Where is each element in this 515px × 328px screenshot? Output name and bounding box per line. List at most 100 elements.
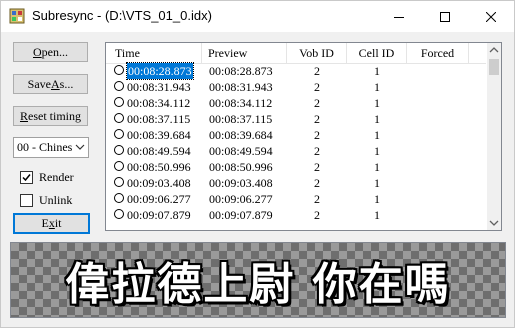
cell-vob-id: 2 xyxy=(314,192,320,206)
reset-timing-label-post: eset timing xyxy=(28,108,81,123)
unlink-label: Unlink xyxy=(39,192,73,207)
table-row[interactable]: 00:08:28.873 00:08:28.873 2 1 xyxy=(106,62,486,80)
unlink-checkbox-box[interactable] xyxy=(20,193,33,207)
save-as-label-pre: Save xyxy=(27,76,51,91)
cell-vob-id: 2 xyxy=(314,112,320,126)
cell-forced xyxy=(407,79,469,95)
reset-timing-label-accel: R xyxy=(19,108,28,123)
cell-cell-id: 1 xyxy=(374,80,380,94)
row-radio-icon[interactable] xyxy=(114,177,124,187)
maximize-button[interactable] xyxy=(422,1,468,32)
cell-vob-id: 2 xyxy=(314,144,320,158)
cell-forced xyxy=(407,159,469,175)
cell-preview: 00:08:34.112 xyxy=(209,96,273,110)
row-radio-icon[interactable] xyxy=(114,65,124,75)
vertical-scrollbar[interactable] xyxy=(487,43,501,230)
cell-time: 00:08:50.996 xyxy=(127,160,191,174)
cell-time: 00:08:28.873 xyxy=(126,62,194,80)
cell-cell-id: 1 xyxy=(374,160,380,174)
cell-time: 00:08:49.594 xyxy=(127,144,191,158)
cell-preview: 00:08:49.594 xyxy=(209,144,273,158)
subtitle-preview: 偉拉德上尉 你在嗎 xyxy=(10,242,506,318)
cell-vob-id: 2 xyxy=(314,80,320,94)
row-radio-icon[interactable] xyxy=(114,81,124,91)
row-radio-icon[interactable] xyxy=(114,129,124,139)
language-select[interactable]: 00 - Chines xyxy=(13,137,89,158)
table-row[interactable]: 00:09:03.408 00:09:03.408 2 1 xyxy=(106,175,486,191)
minimize-button[interactable] xyxy=(376,1,422,32)
column-header-preview[interactable]: Preview xyxy=(202,43,287,63)
cell-time: 00:08:34.112 xyxy=(127,96,191,110)
column-header-time[interactable]: Time xyxy=(106,43,202,63)
row-radio-icon[interactable] xyxy=(114,145,124,155)
cell-cell-id: 1 xyxy=(374,192,380,206)
save-as-label-post: s... xyxy=(59,76,74,91)
close-icon xyxy=(486,11,496,22)
cell-preview: 00:08:50.996 xyxy=(209,160,273,174)
list-header: Time Preview Vob ID Cell ID Forced xyxy=(106,43,486,64)
table-row[interactable]: 00:08:49.594 00:08:49.594 2 1 xyxy=(106,143,486,159)
open-button[interactable]: Open... xyxy=(13,42,88,62)
cell-preview: 00:09:07.879 xyxy=(209,208,273,222)
cell-forced xyxy=(407,127,469,143)
exit-label-post: it xyxy=(54,216,62,230)
column-header-vob-id[interactable]: Vob ID xyxy=(287,43,347,63)
row-radio-icon[interactable] xyxy=(114,161,124,171)
reset-timing-button[interactable]: Reset timing xyxy=(13,106,88,126)
table-row[interactable]: 00:09:07.879 00:09:07.879 2 1 xyxy=(106,207,486,223)
cell-time: 00:08:31.943 xyxy=(127,80,191,94)
cell-forced xyxy=(407,175,469,191)
client-area: Open... Save As... Reset timing 00 - Chi… xyxy=(1,32,514,327)
render-label: Render xyxy=(39,169,74,184)
cell-vob-id: 2 xyxy=(314,64,320,78)
table-row[interactable]: 00:08:50.996 00:08:50.996 2 1 xyxy=(106,159,486,175)
render-checkbox[interactable]: Render xyxy=(20,169,100,185)
cell-vob-id: 2 xyxy=(314,176,320,190)
column-header-forced[interactable]: Forced xyxy=(407,43,469,63)
subresync-window: Subresync - (D:\VTS_01_0.idx) Open... Sa… xyxy=(0,0,515,328)
cell-preview: 00:09:03.408 xyxy=(209,176,273,190)
cell-vob-id: 2 xyxy=(314,160,320,174)
cell-preview: 00:08:31.943 xyxy=(209,80,273,94)
subtitle-list[interactable]: Time Preview Vob ID Cell ID Forced 00:08… xyxy=(105,42,502,231)
open-label-post: pen... xyxy=(41,44,68,59)
cell-cell-id: 1 xyxy=(374,112,380,126)
table-row[interactable]: 00:08:39.684 00:08:39.684 2 1 xyxy=(106,127,486,143)
table-row[interactable]: 00:08:37.115 00:08:37.115 2 1 xyxy=(106,111,486,127)
save-as-button[interactable]: Save As... xyxy=(13,74,88,94)
cell-forced xyxy=(407,63,469,79)
close-button[interactable] xyxy=(468,1,514,32)
cell-forced xyxy=(407,143,469,159)
render-checkbox-box[interactable] xyxy=(20,170,33,184)
cell-cell-id: 1 xyxy=(374,96,380,110)
window-title: Subresync - (D:\VTS_01_0.idx) xyxy=(32,8,212,23)
cell-time: 00:09:07.879 xyxy=(127,208,191,222)
row-radio-icon[interactable] xyxy=(114,209,124,219)
column-header-cell-id[interactable]: Cell ID xyxy=(347,43,407,63)
cell-preview: 00:08:28.873 xyxy=(209,64,273,78)
cell-forced xyxy=(407,95,469,111)
table-row[interactable]: 00:08:34.112 00:08:34.112 2 1 xyxy=(106,95,486,111)
exit-button[interactable]: Ex it xyxy=(13,213,90,234)
exit-label-pre: E xyxy=(41,216,49,230)
cell-forced xyxy=(407,207,469,223)
cell-time: 00:08:39.684 xyxy=(127,128,191,142)
scroll-down-icon[interactable] xyxy=(487,216,501,230)
row-radio-icon[interactable] xyxy=(114,97,124,107)
table-row[interactable]: 00:09:06.277 00:09:06.277 2 1 xyxy=(106,191,486,207)
cell-cell-id: 1 xyxy=(374,176,380,190)
title-bar[interactable]: Subresync - (D:\VTS_01_0.idx) xyxy=(1,1,514,32)
scroll-up-icon[interactable] xyxy=(487,43,501,57)
unlink-checkbox[interactable]: Unlink xyxy=(20,192,100,208)
scrollbar-thumb[interactable] xyxy=(489,59,499,75)
app-icon xyxy=(9,8,25,24)
cell-preview: 00:08:39.684 xyxy=(209,128,273,142)
minimize-icon xyxy=(394,16,404,18)
cell-preview: 00:08:37.115 xyxy=(209,112,273,126)
row-radio-icon[interactable] xyxy=(114,113,124,123)
cell-time: 00:08:37.115 xyxy=(127,112,191,126)
row-radio-icon[interactable] xyxy=(114,193,124,203)
open-label-accel: O xyxy=(33,44,42,59)
table-row[interactable]: 00:08:31.943 00:08:31.943 2 1 xyxy=(106,79,486,95)
cell-vob-id: 2 xyxy=(314,128,320,142)
